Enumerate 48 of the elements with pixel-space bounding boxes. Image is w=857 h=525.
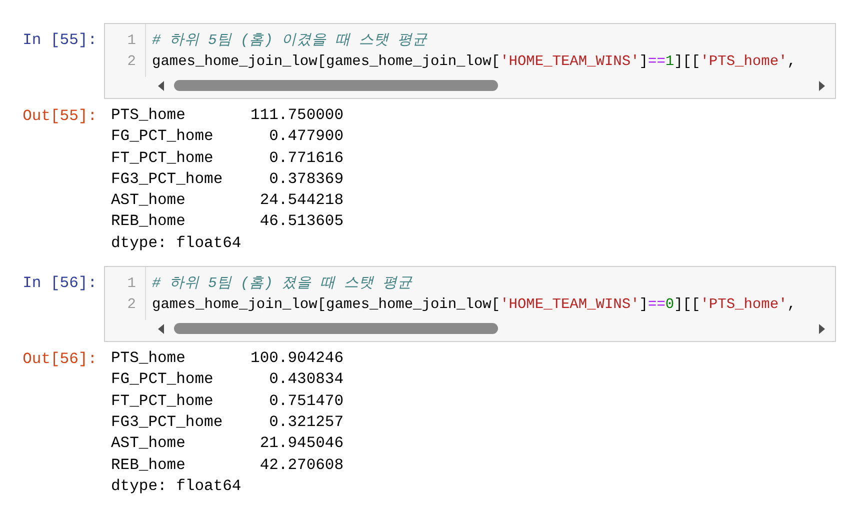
- line-number: 2: [126, 296, 136, 316]
- scroll-right-icon[interactable]: [817, 323, 827, 336]
- output-line: PTS_home 111.750000: [111, 105, 344, 126]
- output-line: AST_home 24.544218: [111, 190, 344, 212]
- scroll-left-icon[interactable]: [156, 80, 166, 92]
- number-literal: 0: [665, 297, 674, 314]
- operator: ==: [648, 297, 666, 314]
- output-line: AST_home 21.945046: [111, 433, 344, 454]
- scrollbar-thumb[interactable]: [174, 323, 498, 334]
- output-line: REB_home 42.270608: [111, 454, 344, 476]
- scroll-left-icon[interactable]: [156, 323, 166, 336]
- string-literal: 'PTS_home': [700, 297, 788, 314]
- output-prompt: Out[56]:: [22, 349, 98, 370]
- output-line: FT_PCT_home 0.771616: [111, 148, 344, 169]
- input-prompt: In [56]:: [22, 273, 98, 294]
- scrollbar-thumb[interactable]: [174, 80, 498, 91]
- code-comment: # 하위 5팀 (홈) 이겼을 때 스탯 평균: [152, 33, 428, 49]
- output-line: FG_PCT_home 0.477900: [111, 126, 344, 148]
- line-number: 1: [126, 275, 136, 294]
- code-editor[interactable]: 1 2 # 하위 5팀 (홈) 졌을 때 스탯 평균 games_home_join_low[games_home_join_low['HOME_TEAM_WINS']==0][['PTS_home',: [104, 266, 836, 342]
- code-text: ][[: [674, 54, 700, 70]
- output-line: dtype: float64: [111, 476, 242, 497]
- code-comment: # 하위 5팀 (홈) 졌을 때 스탯 평균: [152, 276, 413, 292]
- output-line: FG3_PCT_home 0.321257: [111, 412, 344, 433]
- output-line: REB_home 46.513605: [111, 211, 344, 232]
- code-text: ]: [639, 297, 648, 314]
- output-line: FG_PCT_home 0.430834: [111, 369, 344, 390]
- input-prompt: In [55]:: [22, 30, 98, 51]
- code-text: ,: [787, 54, 796, 70]
- code-text: ,: [787, 297, 796, 314]
- code-text: ]: [639, 54, 648, 70]
- code-text: games_home_join_low[games_home_join_low[: [152, 297, 500, 314]
- code-text: games_home_join_low[games_home_join_low[: [152, 54, 500, 70]
- output-prompt: Out[55]:: [22, 106, 98, 127]
- string-literal: 'HOME_TEAM_WINS': [500, 54, 640, 70]
- output-line: dtype: float64: [111, 232, 242, 254]
- code-editor[interactable]: 1 2 # 하위 5팀 (홈) 이겼을 때 스탯 평균 games_home_join_low[games_home_join_low['HOME_TEAM_WINS']==1][['PTS_home',: [104, 23, 836, 99]
- output-line: PTS_home 100.904246: [111, 348, 344, 370]
- scroll-right-icon[interactable]: [817, 80, 827, 92]
- code-text: ][[: [674, 297, 700, 314]
- string-literal: 'HOME_TEAM_WINS': [500, 297, 640, 314]
- string-literal: 'PTS_home': [700, 54, 788, 70]
- operator: ==: [648, 54, 666, 70]
- output-line: FG3_PCT_home 0.378369: [111, 168, 344, 190]
- number-literal: 1: [665, 54, 674, 70]
- output-line: FT_PCT_home 0.751470: [111, 390, 344, 412]
- line-number: 1: [126, 32, 136, 51]
- line-number: 2: [126, 53, 136, 72]
